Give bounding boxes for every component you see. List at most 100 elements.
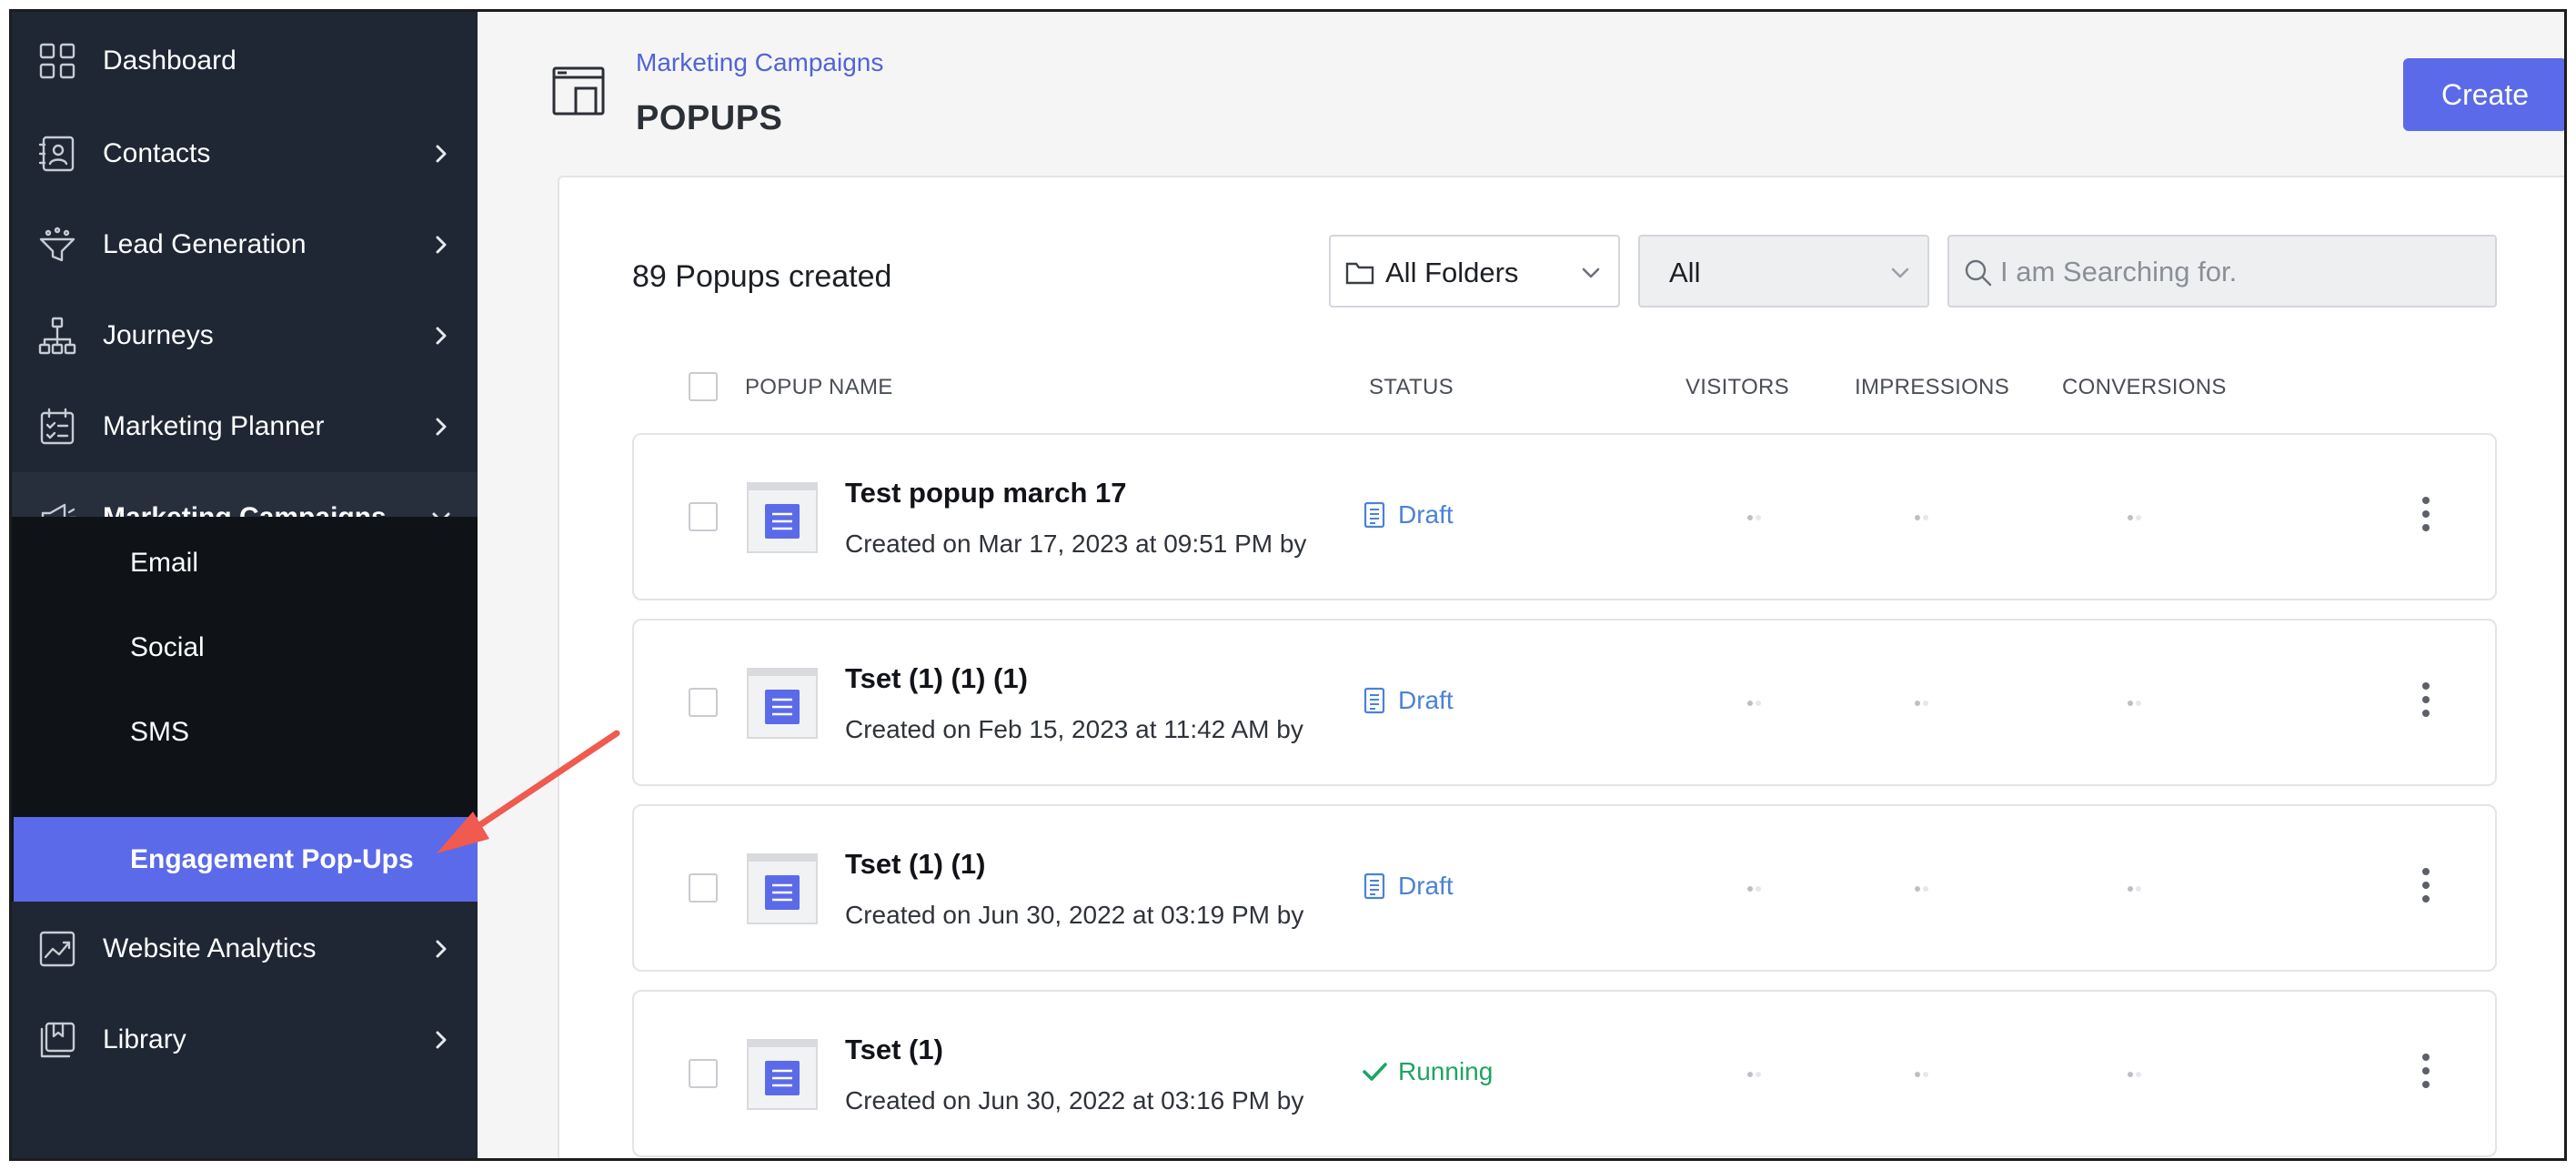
conversions-loading-indicator xyxy=(2128,701,2142,706)
column-header-status[interactable]: STATUS xyxy=(1369,375,1454,400)
chevron-down-icon xyxy=(1887,260,1913,286)
sidebar-item-marketing-planner[interactable]: Marketing Planner xyxy=(12,381,478,472)
popup-thumbnail-icon xyxy=(747,482,818,553)
popup-created-info: Created on Feb 15, 2023 at 11:42 AM by xyxy=(845,715,1303,743)
popups-count: 89 Popups created xyxy=(632,259,892,294)
sidebar-subitem-social[interactable]: Social xyxy=(12,605,478,690)
popup-name[interactable]: Test popup march 17 xyxy=(845,477,1127,509)
hierarchy-icon xyxy=(37,316,77,356)
sidebar-item-label: Lead Generation xyxy=(103,229,307,259)
popup-created-info: Created on Jun 30, 2022 at 03:16 PM by xyxy=(845,1086,1304,1115)
impressions-loading-indicator xyxy=(1915,515,1929,520)
status-badge: Draft xyxy=(1362,500,1454,530)
sidebar-item-lead-generation[interactable]: Lead Generation xyxy=(12,199,478,290)
chevron-right-icon xyxy=(428,936,454,962)
impressions-loading-indicator xyxy=(1915,1072,1929,1077)
table-row[interactable]: Test popup march 17 Created on Mar 17, 2… xyxy=(632,433,2497,600)
status-filter-select[interactable]: All xyxy=(1638,235,1929,308)
table-row[interactable]: Tset (1) Created on Jun 30, 2022 at 03:1… xyxy=(632,990,2497,1157)
folder-icon xyxy=(1345,258,1374,286)
popup-thumbnail-icon xyxy=(747,853,818,924)
status-filter-value: All xyxy=(1669,257,1701,288)
chevron-right-icon xyxy=(428,323,454,348)
chevron-down-icon xyxy=(1578,260,1604,286)
chevron-right-icon xyxy=(428,141,454,166)
popup-name[interactable]: Tset (1) (1) (1) xyxy=(845,662,1028,695)
popup-name[interactable]: Tset (1) xyxy=(845,1034,943,1066)
column-header-conversions[interactable]: CONVERSIONS xyxy=(2062,375,2227,400)
sidebar-item-library[interactable]: Library xyxy=(12,994,478,1085)
popup-name[interactable]: Tset (1) (1) xyxy=(845,848,985,881)
breadcrumb[interactable]: Marketing Campaigns xyxy=(636,48,883,77)
chevron-right-icon xyxy=(428,1027,454,1053)
status-label: Draft xyxy=(1398,686,1454,714)
dashboard-grid-icon xyxy=(37,41,77,81)
sidebar-item-contacts[interactable]: Contacts xyxy=(12,108,478,199)
table-row[interactable]: Tset (1) (1) Created on Jun 30, 2022 at … xyxy=(632,804,2497,972)
sidebar-item-website-analytics[interactable]: Website Analytics xyxy=(12,903,478,994)
status-badge: Running xyxy=(1362,1057,1493,1086)
row-checkbox[interactable] xyxy=(689,1059,718,1088)
more-options-icon[interactable] xyxy=(2417,682,2435,724)
funnel-icon xyxy=(37,225,77,265)
app-window: Dashboard Contacts Lead Generation Journ… xyxy=(9,9,2567,1161)
sidebar-item-label: Contacts xyxy=(103,138,211,168)
sidebar-item-label: Dashboard xyxy=(103,45,236,76)
column-header-name[interactable]: POPUP NAME xyxy=(745,375,893,400)
planner-icon xyxy=(37,407,77,447)
more-options-icon[interactable] xyxy=(2417,497,2435,539)
sidebar-item-journeys[interactable]: Journeys xyxy=(12,290,478,381)
sidebar-item-dashboard[interactable]: Dashboard xyxy=(12,15,478,106)
draft-document-icon xyxy=(1363,872,1385,900)
sidebar-submenu-marketing-campaigns: Email Social SMS Engagement Pop-Ups xyxy=(12,517,478,902)
chevron-right-icon xyxy=(428,414,454,439)
popup-thumbnail-icon xyxy=(747,1039,818,1110)
more-options-icon[interactable] xyxy=(2417,868,2435,910)
conversions-loading-indicator xyxy=(2128,1072,2142,1077)
impressions-loading-indicator xyxy=(1915,701,1929,706)
main-content: Marketing Campaigns POPUPS Create 89 Pop… xyxy=(478,12,2564,1158)
analytics-icon xyxy=(37,929,77,969)
select-all-checkbox[interactable] xyxy=(689,372,718,401)
sidebar-item-label: Journeys xyxy=(103,320,214,350)
sidebar-item-label: Website Analytics xyxy=(103,933,317,963)
row-checkbox[interactable] xyxy=(689,688,718,717)
row-checkbox[interactable] xyxy=(689,502,718,531)
popup-window-icon xyxy=(552,66,605,116)
sidebar-subitem-sms[interactable]: SMS xyxy=(12,690,478,774)
visitors-loading-indicator xyxy=(1747,1072,1762,1077)
page-title: POPUPS xyxy=(636,99,783,137)
sidebar-subitem-engagement-popups[interactable]: Engagement Pop-Ups xyxy=(14,817,478,902)
column-header-impressions[interactable]: IMPRESSIONS xyxy=(1855,375,2009,400)
conversions-loading-indicator xyxy=(2128,515,2142,520)
status-badge: Draft xyxy=(1362,872,1454,901)
folder-select[interactable]: All Folders xyxy=(1329,235,1620,308)
sidebar-subitem-label: SMS xyxy=(130,716,190,747)
sidebar-item-label: Marketing Planner xyxy=(103,411,325,441)
table-row[interactable]: Tset (1) (1) (1) Created on Feb 15, 2023… xyxy=(632,619,2497,786)
impressions-loading-indicator xyxy=(1915,886,1929,892)
more-options-icon[interactable] xyxy=(2417,1054,2435,1095)
draft-document-icon xyxy=(1363,687,1385,714)
chevron-right-icon xyxy=(428,232,454,257)
library-icon xyxy=(37,1020,77,1060)
status-label: Draft xyxy=(1398,872,1454,900)
status-badge: Draft xyxy=(1362,686,1454,715)
checkmark-icon xyxy=(1363,1063,1387,1081)
draft-document-icon xyxy=(1363,501,1385,529)
sidebar-subitem-email[interactable]: Email xyxy=(12,520,478,605)
sidebar-subitem-label: Email xyxy=(130,547,199,578)
popup-thumbnail-icon xyxy=(747,668,818,739)
column-header-visitors[interactable]: VISITORS xyxy=(1685,375,1789,400)
create-button[interactable]: Create xyxy=(2403,58,2564,131)
sidebar-subitem-label: Social xyxy=(130,631,205,662)
sidebar: Dashboard Contacts Lead Generation Journ… xyxy=(12,12,478,1158)
popup-created-info: Created on Mar 17, 2023 at 09:51 PM by xyxy=(845,530,1307,558)
popups-card: 89 Popups created All Folders All POPUP xyxy=(558,176,2564,1158)
search-input[interactable] xyxy=(2000,249,2482,295)
sidebar-subitem-label: Engagement Pop-Ups xyxy=(130,843,414,874)
row-checkbox[interactable] xyxy=(689,873,718,903)
search-field[interactable] xyxy=(1947,235,2497,308)
status-label: Draft xyxy=(1398,500,1454,529)
contacts-icon xyxy=(37,134,77,174)
